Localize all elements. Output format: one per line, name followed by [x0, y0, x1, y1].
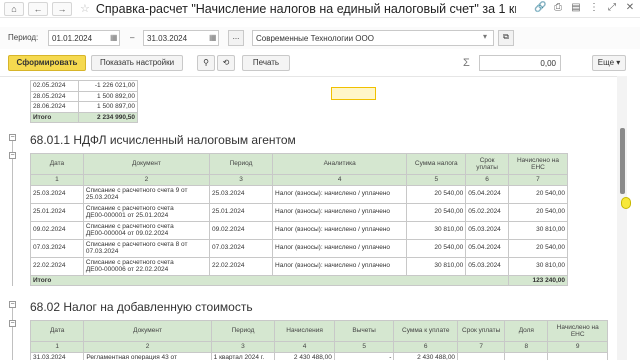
table-row[interactable]: 09.02.2024 Списание с расчетного счета ДЕ… [30, 220, 569, 240]
organization-open-icon[interactable]: ⧉ [498, 30, 514, 46]
show-settings-button[interactable]: Показать настройки [91, 55, 183, 71]
table-row[interactable]: 25.03.2024 Списание с расчетного счета 9… [30, 184, 569, 204]
link-icon[interactable]: 🔗 [534, 2, 546, 13]
table-row[interactable]: 07.03.2024 Списание с расчетного счета 8… [30, 238, 569, 258]
collapse-icon[interactable]: − [9, 320, 16, 327]
selected-cell[interactable] [331, 87, 376, 100]
forward-icon[interactable]: → [52, 1, 72, 16]
collapse-icon[interactable]: − [9, 134, 16, 141]
sum-field[interactable]: 0,00 [479, 55, 561, 71]
search-icon[interactable]: ⚲ [197, 55, 215, 71]
generate-button[interactable]: Сформировать [8, 55, 86, 71]
sum-icon: Σ [463, 57, 470, 69]
print-button[interactable]: Печать [242, 55, 290, 71]
more-button[interactable]: Еще ▾ [592, 55, 626, 71]
column-numbers: 1 2 3 4 5 6 7 8 9 [29, 341, 608, 353]
compare-icon[interactable]: ▤ [570, 2, 582, 13]
period-row: Период: 01.01.2024 ▦ – 31.03.2024 ▦ ... … [0, 27, 640, 49]
table-row: 02.05.2024 -1 226 021,00 [30, 80, 138, 92]
period-label: Период: [8, 33, 39, 42]
table-row: 28.05.2024 1 500 892,00 [30, 90, 138, 102]
total-row: Итого 2 234 990,50 [30, 111, 138, 123]
total-row: Итого 123 240,00 [30, 274, 569, 286]
vertical-scrollbar[interactable] [617, 76, 627, 360]
favorite-star-icon[interactable]: ☆ [80, 2, 90, 15]
collapse-icon[interactable]: − [9, 301, 16, 308]
table-header: Дата Документ Период Аналитика Сумма нал… [30, 153, 569, 175]
collapse-icon[interactable]: − [9, 152, 16, 159]
table-row: 28.06.2024 1 500 897,00 [30, 101, 138, 113]
window-title: Справка-расчет "Начисление налогов на ед… [95, 1, 516, 16]
close-icon[interactable]: ✕ [624, 2, 636, 13]
period-dash: – [130, 33, 135, 42]
calendar-icon[interactable]: ▦ [110, 33, 118, 42]
table-row[interactable]: 31.03.2024 Регламентная операция 43 от 1… [29, 351, 608, 360]
clear-search-icon[interactable]: ⟲ [217, 55, 235, 71]
organization-field[interactable]: Современные Технологии ООО [252, 30, 494, 46]
toolbar: Сформировать Показать настройки ⚲ ⟲ Печа… [0, 54, 640, 74]
mouse-cursor-highlight [621, 197, 631, 209]
dropdown-icon[interactable]: ▾ [483, 32, 487, 41]
table-header: Дата Документ Период Начисления Вычеты С… [29, 320, 608, 342]
scrollbar-thumb[interactable] [620, 128, 625, 194]
section-title: 68.02 Налог на добавленную стоимость [30, 300, 253, 314]
calendar-icon[interactable]: ▦ [209, 33, 217, 42]
date-to-field[interactable]: 31.03.2024 [143, 30, 219, 46]
print-icon[interactable]: ⎙ [552, 2, 564, 13]
home-icon[interactable]: ⌂ [4, 1, 24, 16]
ndfl-table: Дата Документ Период Аналитика Сумма нал… [30, 153, 569, 286]
table-row[interactable]: 22.02.2024 Списание с расчетного счета ДЕ… [30, 256, 569, 276]
back-icon[interactable]: ← [28, 1, 48, 16]
table-row[interactable]: 25.01.2024 Списание с расчетного счета ДЕ… [30, 202, 569, 222]
section-title: 68.01.1 НДФЛ исчисленный налоговым агент… [30, 133, 296, 147]
maximize-icon[interactable]: ⤢ [606, 2, 618, 13]
summary-table: 02.05.2024 -1 226 021,00 28.05.2024 1 50… [30, 80, 138, 123]
column-numbers: 1 2 3 4 5 6 7 [30, 174, 569, 186]
title-bar: ⌂ ← → ☆ Справка-расчет "Начисление налог… [0, 0, 640, 18]
more-icon[interactable]: ⋮ [588, 2, 600, 13]
vat-table: Дата Документ Период Начисления Вычеты С… [29, 320, 608, 360]
period-select-button[interactable]: ... [228, 30, 244, 46]
